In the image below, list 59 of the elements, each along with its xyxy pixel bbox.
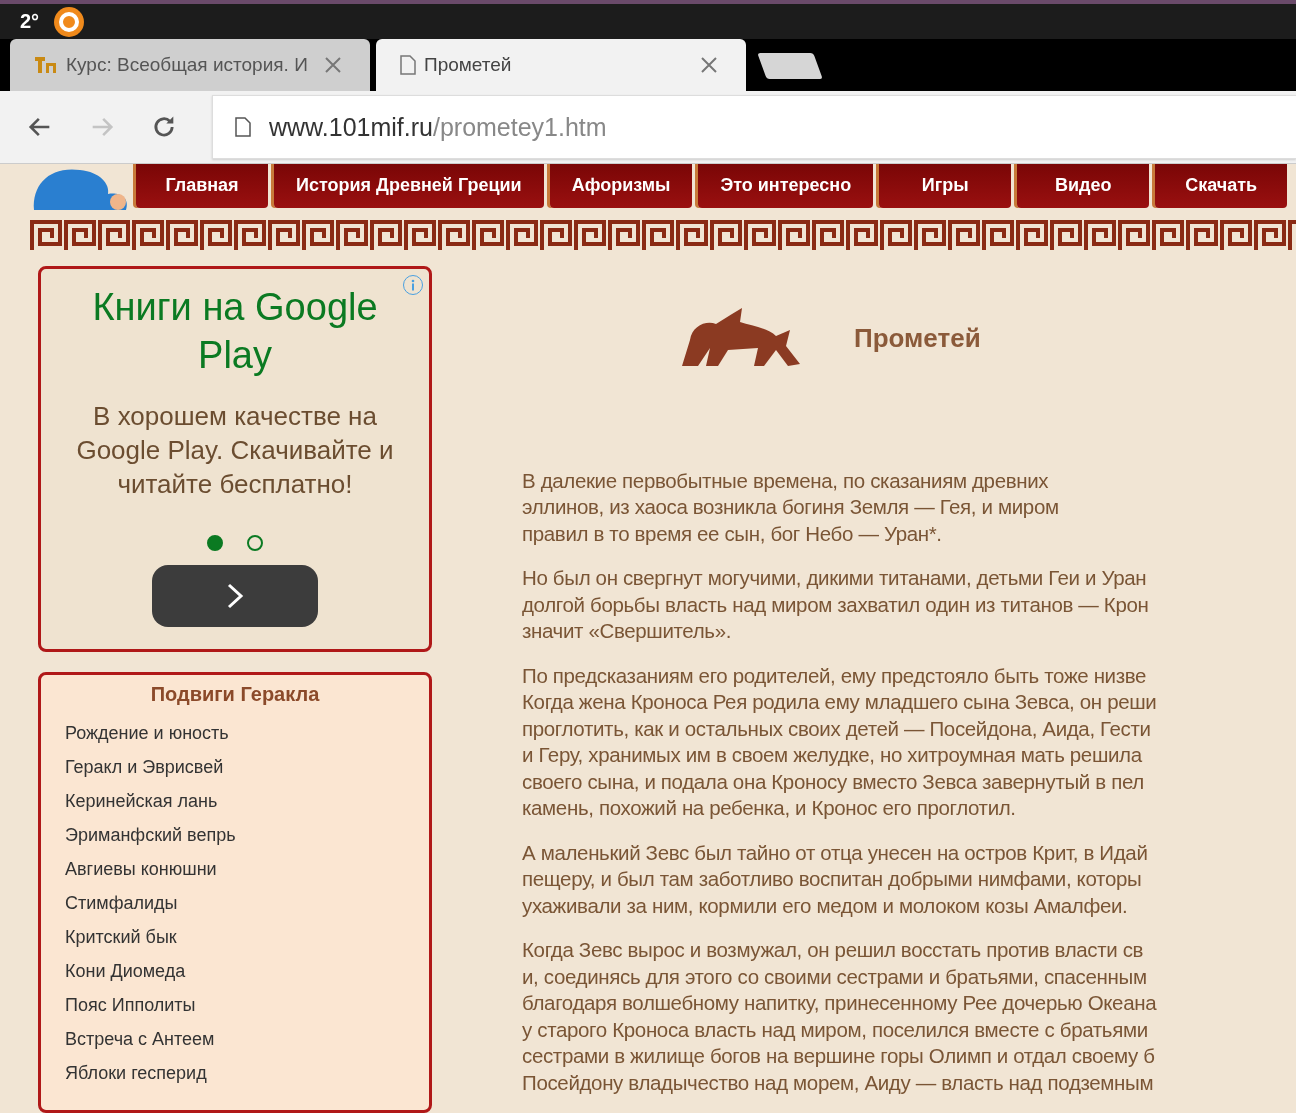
ad-title[interactable]: Книги на Google Play <box>57 283 413 379</box>
sidebar-link[interactable]: Керинейская лань <box>65 784 405 818</box>
article-text-line: благодаря волшебному напитку, принесенному Рее дочерью Океана <box>522 990 1158 1017</box>
article-title: Прометей <box>854 323 981 355</box>
article-text-line: Посейдону владычество над морем, Аиду — власть над подземным <box>522 1070 1155 1096</box>
sidebar-link[interactable]: Эриманфский вепрь <box>65 818 405 852</box>
sidebar-link[interactable]: Кони Диомеда <box>65 954 405 988</box>
sidebar-title: Подвиги Геракла <box>149 683 321 706</box>
nav-menu-link[interactable]: Видео <box>1017 164 1150 208</box>
article-text-line: ухаживали за ним, кормили его медом и молоком козы Амалфеи. <box>522 893 1129 919</box>
sidebar-link[interactable]: Пояс Ипполиты <box>65 988 405 1022</box>
temperature-text: 2° <box>20 10 40 34</box>
nav-menu-link[interactable]: Афоризмы <box>549 164 693 208</box>
article-text-line: правил в то время ее сын, бог Небо — Уран*. <box>522 521 943 547</box>
article-text-line: своего сына, и подала она Кроносу вместо Зевса завернутый в пел <box>522 769 1145 795</box>
article-text-line: и, соединясь для этого со своими сестрами и братьями, спасенным <box>522 964 1148 990</box>
nav-menu-link[interactable]: История Древней Греции <box>274 164 544 208</box>
sidebar-link[interactable]: Рождение и юность <box>65 716 405 750</box>
page-icon <box>400 55 416 76</box>
address-field[interactable]: www.101mif.ru/prometey1.htm <box>212 95 1296 160</box>
sidebar-link[interactable]: Авгиевы конюшни <box>65 852 405 886</box>
tab-title: Прометей <box>424 54 513 77</box>
sidebar-link[interactable]: Встреча с Антеем <box>65 1022 405 1056</box>
article-text-line: В далекие первобытные времена, по сказаниям древних <box>522 468 1050 494</box>
article-text-line: По предсказаниям его родителей, ему предстояло быть тоже низве <box>522 663 1148 689</box>
sidebar-link[interactable]: Яблоки гесперид <box>65 1056 405 1090</box>
article-text-line: Когда жена Кроноса Рея родила ему младшего сына Зевса, он реши <box>522 689 1158 716</box>
nav-menu-link[interactable]: Скачать <box>1155 164 1288 208</box>
article-text-line: камень, похожий на ребенка, и Кронос его проглотил. <box>522 795 1017 822</box>
page-icon <box>235 117 251 138</box>
article-text-line: у старого Кроноса власть над миром, поселился вместе с братьями <box>522 1017 1149 1043</box>
next-button[interactable] <box>152 565 318 627</box>
nav-menu-link[interactable]: Игры <box>879 164 1012 208</box>
nav-menu-link[interactable]: Главная <box>136 164 268 208</box>
carousel-dot[interactable] <box>247 535 263 551</box>
nav-menu-link[interactable]: Это интересно <box>698 164 874 208</box>
course-favicon-icon <box>34 55 58 76</box>
article-text-line: значит «Свершитель». <box>522 618 733 645</box>
article-text-line: и Геру, хранимых им в своем желудке, но хитроумная мать решила <box>522 742 1143 769</box>
article-text-line: сестрами в жилище богов на вершине горы Олимп и отдал своему б <box>522 1043 1156 1070</box>
article-text-line: Но был он свергнут могучими, дикими титанами, детьми Геи и Уран <box>522 565 1148 592</box>
article-text-line: эллинов, из хаоса возникла богиня Земля — Гея, и миром <box>522 494 1060 521</box>
tab-title: Курс: Всеобщая история. И <box>66 54 309 77</box>
article-text-line: проглотить, как и остальных своих детей — Посейдона, Аида, Гести <box>522 716 1152 742</box>
carousel-dot[interactable] <box>207 535 223 551</box>
browser-app-icon <box>53 5 86 38</box>
url-text: www.101mif.ru/prometey1.htm <box>269 112 607 142</box>
close-icon[interactable] <box>324 56 342 75</box>
close-icon[interactable] <box>700 56 718 75</box>
sidebar-link[interactable]: Геракл и Эврисвей <box>65 750 405 784</box>
article-text-line: долгой борьбы власть над миром захватил один из титанов — Крон <box>522 592 1150 618</box>
sidebar-link[interactable]: Стимфалиды <box>65 886 405 920</box>
ad-text: В хорошем качестве на Google Play. Скачивайте и читайте бесплатно! <box>75 400 395 501</box>
article-text-line: Когда Зевс вырос и возмужал, он решил восстать против власти св <box>522 937 1145 964</box>
article-text-line: А маленький Зевс был тайно от отца унесен на остров Крит, в Идай <box>522 840 1149 866</box>
browser-tab[interactable]: Прометей <box>376 39 746 92</box>
sidebar-link[interactable]: Критский бык <box>65 920 405 954</box>
browser-tab[interactable]: Курс: Всеобщая история. И <box>10 39 370 92</box>
article-text-line: пещеру, и был там заботливо воспитан добрыми нимфами, которы <box>522 866 1143 893</box>
